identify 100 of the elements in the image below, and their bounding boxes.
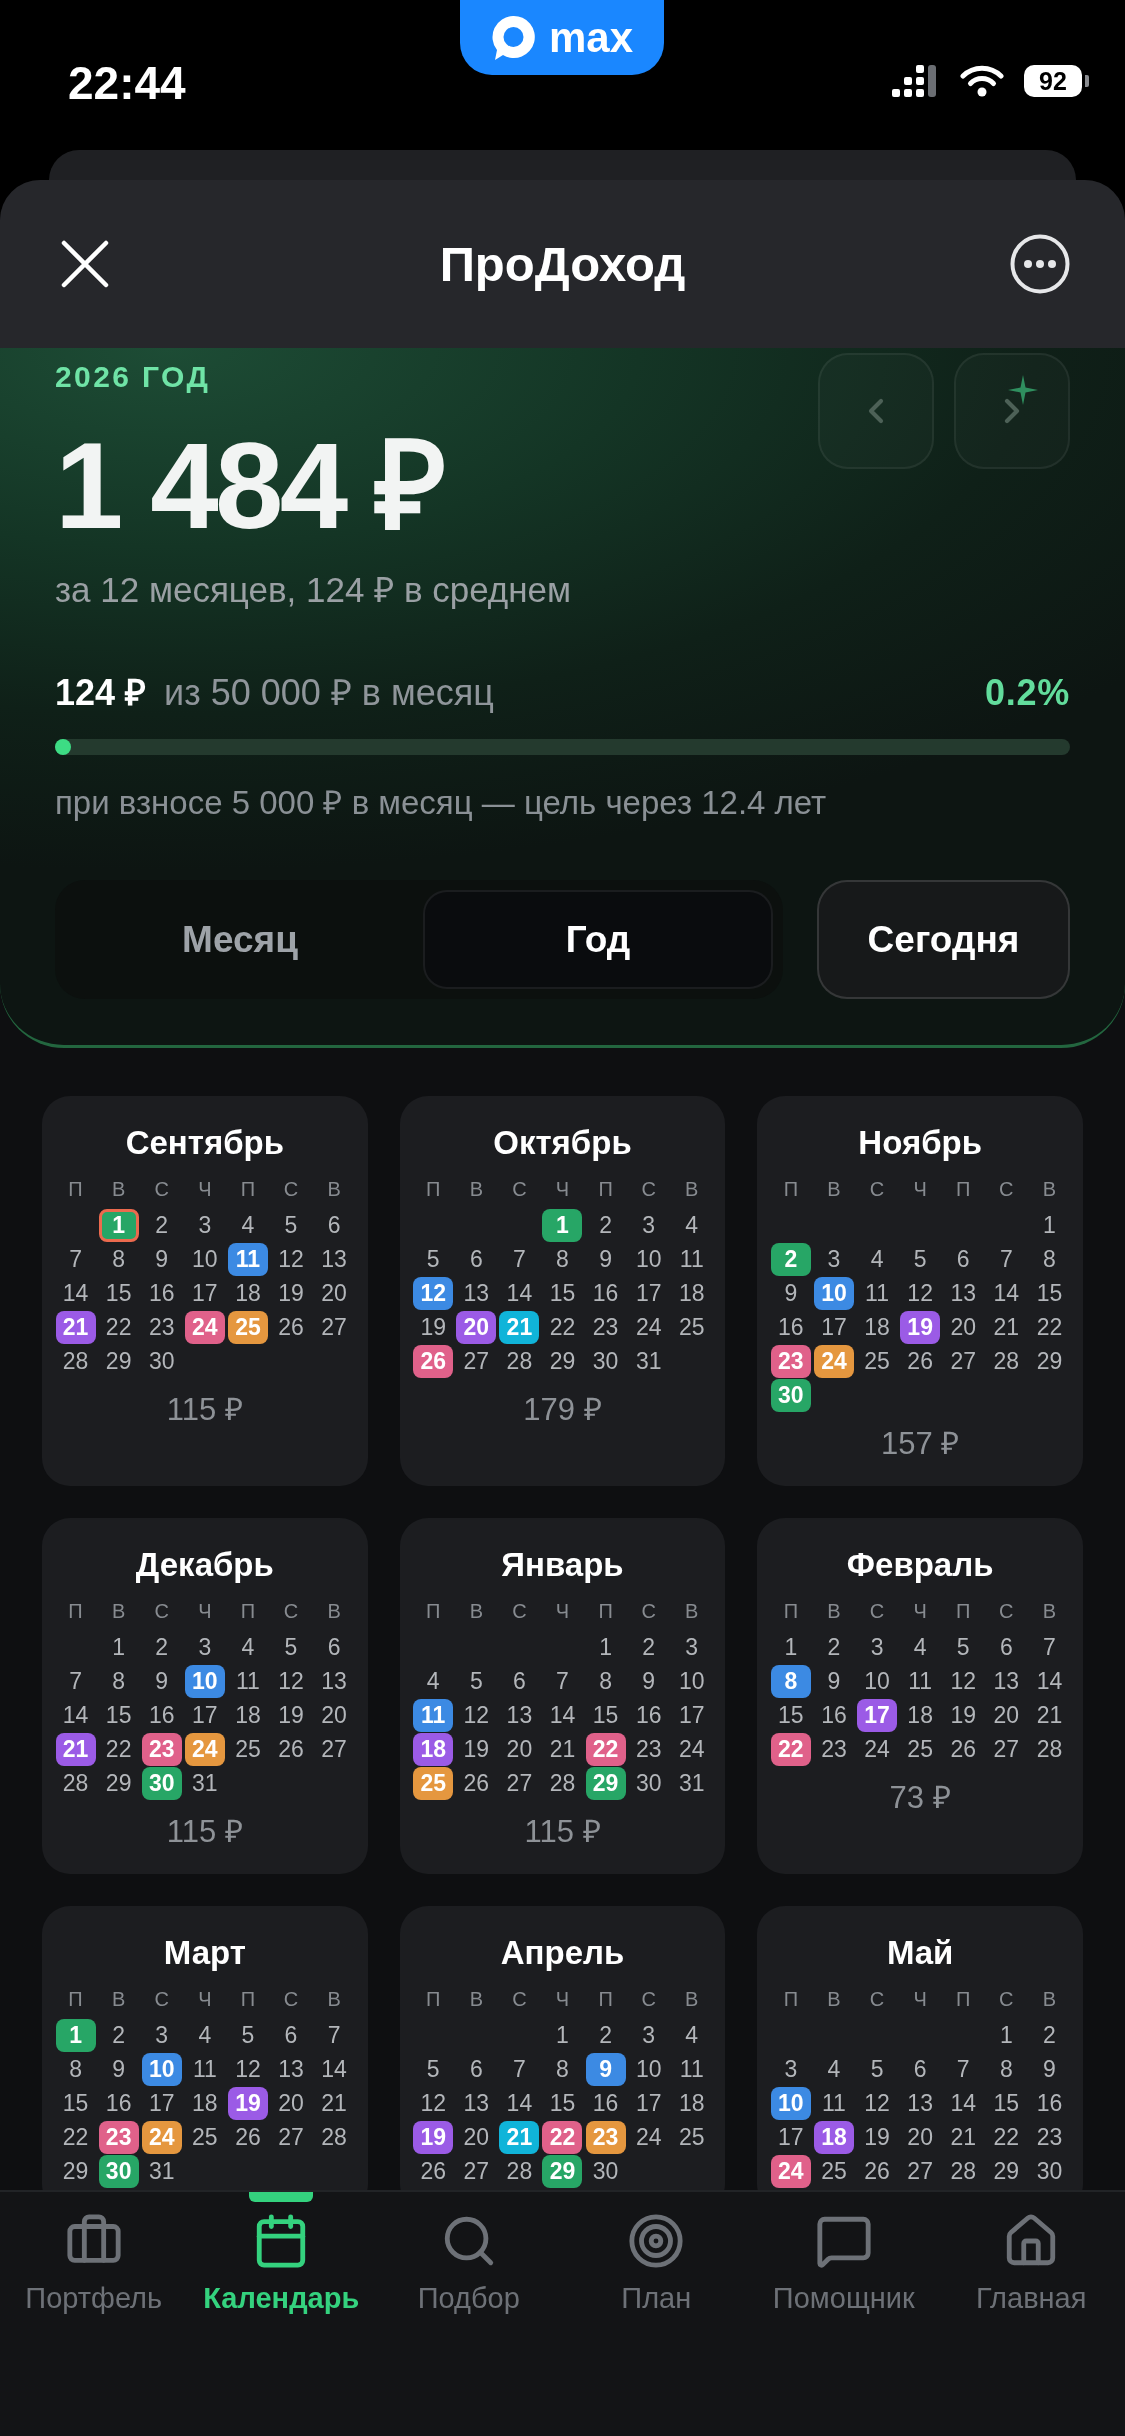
highlighted-day[interactable]: 11 bbox=[413, 1698, 454, 1732]
month-card[interactable]: Май П В С Ч П С В 1 2 3 4 5 6 7 8 9 10 11 12 13 14 15 16 17 18 19 20 21 22 23 24 25 26 27 28 29 30 bbox=[757, 1906, 1083, 2190]
day-number: 14 bbox=[62, 1702, 89, 1728]
more-button[interactable] bbox=[1010, 234, 1070, 294]
day-number: 26 bbox=[278, 1736, 304, 1762]
highlighted-day[interactable]: 10 bbox=[184, 1664, 225, 1698]
highlighted-day[interactable]: 30 bbox=[98, 2154, 139, 2188]
day-number: 22 bbox=[1036, 1314, 1063, 1340]
day-number: 27 bbox=[278, 2124, 304, 2150]
highlighted-day[interactable]: 19 bbox=[900, 1310, 941, 1344]
highlighted-day[interactable]: 22 bbox=[542, 2120, 583, 2154]
highlighted-day[interactable]: 23 bbox=[585, 2120, 626, 2154]
highlighted-day[interactable]: 21 bbox=[499, 1310, 540, 1344]
month-card[interactable]: Январь П В С Ч П С В 1 2 3 4 5 6 7 8 9 10 11 12 13 14 15 16 17 18 19 20 21 22 23 24 25 26 27 28 29 30 31 115 ₽ bbox=[399, 1518, 726, 1874]
highlighted-day[interactable]: 17 bbox=[857, 1698, 898, 1732]
tab-bar-item[interactable]: Помощник bbox=[750, 2192, 938, 2316]
highlighted-day[interactable]: 20 bbox=[456, 1310, 497, 1344]
day-number: 17 bbox=[148, 2090, 175, 2116]
month-card[interactable]: Сентябрь П В С Ч П С В 1 2 3 4 5 6 7 8 9 10 11 12 13 14 15 16 17 18 19 20 21 22 23 24 25 26 27 28 29 30 115 ₽ bbox=[42, 1096, 368, 1486]
highlighted-day[interactable]: 25 bbox=[413, 1766, 454, 1800]
month-card[interactable]: Октябрь П В С Ч П С В 1 2 3 4 5 6 7 8 9 10 11 12 13 14 15 16 17 18 19 20 21 22 23 24 25 26 27 28 29 30 31 179 ₽ bbox=[399, 1096, 726, 1486]
day-number: 27 bbox=[463, 1348, 490, 1374]
highlighted-day[interactable]: 2 bbox=[770, 1242, 811, 1276]
day-number: 8 bbox=[999, 2056, 1013, 2082]
day-number: 6 bbox=[913, 2056, 927, 2082]
highlighted-day[interactable]: 1 bbox=[55, 2018, 96, 2052]
highlighted-day[interactable]: 19 bbox=[413, 2120, 454, 2154]
highlighted-day[interactable]: 23 bbox=[98, 2120, 139, 2154]
tab-bar-item[interactable]: Календарь bbox=[187, 2192, 375, 2316]
day-number: 17 bbox=[821, 1314, 847, 1340]
highlighted-day[interactable]: 21 bbox=[55, 1732, 96, 1766]
day-number: 23 bbox=[635, 1736, 662, 1762]
day-number: 5 bbox=[284, 1634, 298, 1660]
close-button[interactable] bbox=[61, 240, 109, 288]
period-tab[interactable]: Месяц bbox=[65, 890, 415, 989]
highlighted-day[interactable]: 29 bbox=[585, 1766, 626, 1800]
highlighted-day[interactable]: 18 bbox=[413, 1732, 454, 1766]
highlighted-day[interactable]: 21 bbox=[55, 1310, 96, 1344]
highlighted-day[interactable]: 24 bbox=[141, 2120, 182, 2154]
day-number: 9 bbox=[155, 1668, 169, 1694]
highlighted-day[interactable]: 10 bbox=[141, 2052, 182, 2086]
day-number: 28 bbox=[506, 1348, 533, 1374]
highlighted-day[interactable]: 25 bbox=[227, 1310, 268, 1344]
highlighted-day[interactable]: 30 bbox=[770, 1378, 811, 1412]
day-number: 4 bbox=[241, 1634, 255, 1660]
day-number: 2 bbox=[827, 1634, 841, 1660]
day-number: 3 bbox=[784, 2056, 798, 2082]
tab-bar-item[interactable]: Главная bbox=[937, 2192, 1125, 2316]
month-card[interactable]: Апрель П В С Ч П С В 1 2 3 4 5 6 7 8 9 10 11 12 13 14 15 16 17 18 19 20 21 22 23 24 25 26 27 28 29 30 bbox=[399, 1906, 726, 2190]
day-number: 25 bbox=[907, 1736, 933, 1762]
day-number: 21 bbox=[321, 2090, 347, 2116]
chat-bubble-icon bbox=[490, 13, 535, 62]
month-card[interactable]: Март П В С Ч П С В 1 2 3 4 5 6 7 8 9 10 11 12 13 14 15 16 17 18 19 20 21 22 23 24 25 26 27 28 29 30 31 bbox=[42, 1906, 368, 2190]
tab-bar-item[interactable]: Подбор bbox=[375, 2192, 563, 2316]
highlighted-day[interactable]: 24 bbox=[184, 1732, 225, 1766]
month-card[interactable]: Февраль П В С Ч П С В 1 2 3 4 5 6 7 8 9 10 11 12 13 14 15 16 17 18 19 20 21 22 23 24 25 26 27 28 73 ₽ bbox=[757, 1518, 1083, 1874]
highlighted-day[interactable]: 10 bbox=[813, 1276, 854, 1310]
highlighted-day[interactable]: 18 bbox=[813, 2120, 854, 2154]
day-number: 11 bbox=[235, 1668, 260, 1694]
highlighted-day[interactable]: 29 bbox=[542, 2154, 583, 2188]
day-number: 1 bbox=[599, 1634, 612, 1660]
highlighted-day[interactable]: 1 bbox=[542, 1208, 583, 1242]
highlighted-day[interactable]: 11 bbox=[227, 1242, 268, 1276]
highlighted-day[interactable]: 12 bbox=[413, 1276, 454, 1310]
weekday-label: Ч bbox=[555, 1599, 570, 1624]
highlighted-day[interactable]: 22 bbox=[585, 1732, 626, 1766]
day-number: 8 bbox=[556, 1246, 569, 1272]
highlighted-day[interactable]: 1 bbox=[98, 1208, 139, 1242]
month-card[interactable]: Декабрь П В С Ч П С В 1 2 3 4 5 6 7 8 9 10 11 12 13 14 15 16 17 18 19 20 21 22 23 24 25 26 27 28 29 30 31 115 ₽ bbox=[42, 1518, 368, 1874]
day-number: 24 bbox=[635, 1314, 662, 1340]
day-number: 9 bbox=[642, 1668, 656, 1694]
highlighted-day[interactable]: 10 bbox=[770, 2086, 811, 2120]
highlighted-day[interactable]: 24 bbox=[184, 1310, 225, 1344]
highlighted-day[interactable]: 19 bbox=[227, 2086, 268, 2120]
highlighted-day[interactable]: 30 bbox=[141, 1766, 182, 1800]
highlighted-day[interactable]: 23 bbox=[141, 1732, 182, 1766]
day-number: 13 bbox=[463, 1280, 490, 1306]
highlighted-day[interactable]: 24 bbox=[770, 2154, 811, 2188]
weekday-label: П bbox=[598, 1177, 613, 1202]
weekday-label: С bbox=[512, 1177, 527, 1202]
highlighted-day[interactable]: 22 bbox=[770, 1732, 811, 1766]
highlighted-day[interactable]: 24 bbox=[813, 1344, 854, 1378]
highlighted-day[interactable]: 21 bbox=[499, 2120, 540, 2154]
today-button[interactable]: Сегодня bbox=[817, 880, 1070, 999]
day-number: 6 bbox=[469, 2056, 483, 2082]
app-pill[interactable]: max bbox=[460, 0, 664, 75]
weekday-label: П bbox=[240, 1987, 256, 2012]
day-number: 28 bbox=[1036, 1736, 1063, 1762]
month-card[interactable]: Ноябрь П В С Ч П С В 1 2 3 4 5 6 7 8 9 10 11 12 13 14 15 16 17 18 19 20 21 22 23 24 25 26 27 28 29 30 157 ₽ bbox=[757, 1096, 1083, 1486]
highlighted-day[interactable]: 9 bbox=[585, 2052, 626, 2086]
day-number: 17 bbox=[778, 2124, 804, 2150]
month-title: Сентябрь bbox=[125, 1123, 284, 1163]
tab-bar-item[interactable]: План bbox=[562, 2192, 750, 2316]
month-total: 73 ₽ bbox=[889, 1780, 951, 1816]
highlighted-day[interactable]: 23 bbox=[770, 1344, 811, 1378]
day-number: 22 bbox=[993, 2124, 1020, 2150]
highlighted-day[interactable]: 26 bbox=[413, 1344, 454, 1378]
highlighted-day[interactable]: 8 bbox=[770, 1664, 811, 1698]
period-tab[interactable]: Год bbox=[423, 890, 773, 989]
tab-bar-item[interactable]: Портфель bbox=[0, 2192, 188, 2316]
